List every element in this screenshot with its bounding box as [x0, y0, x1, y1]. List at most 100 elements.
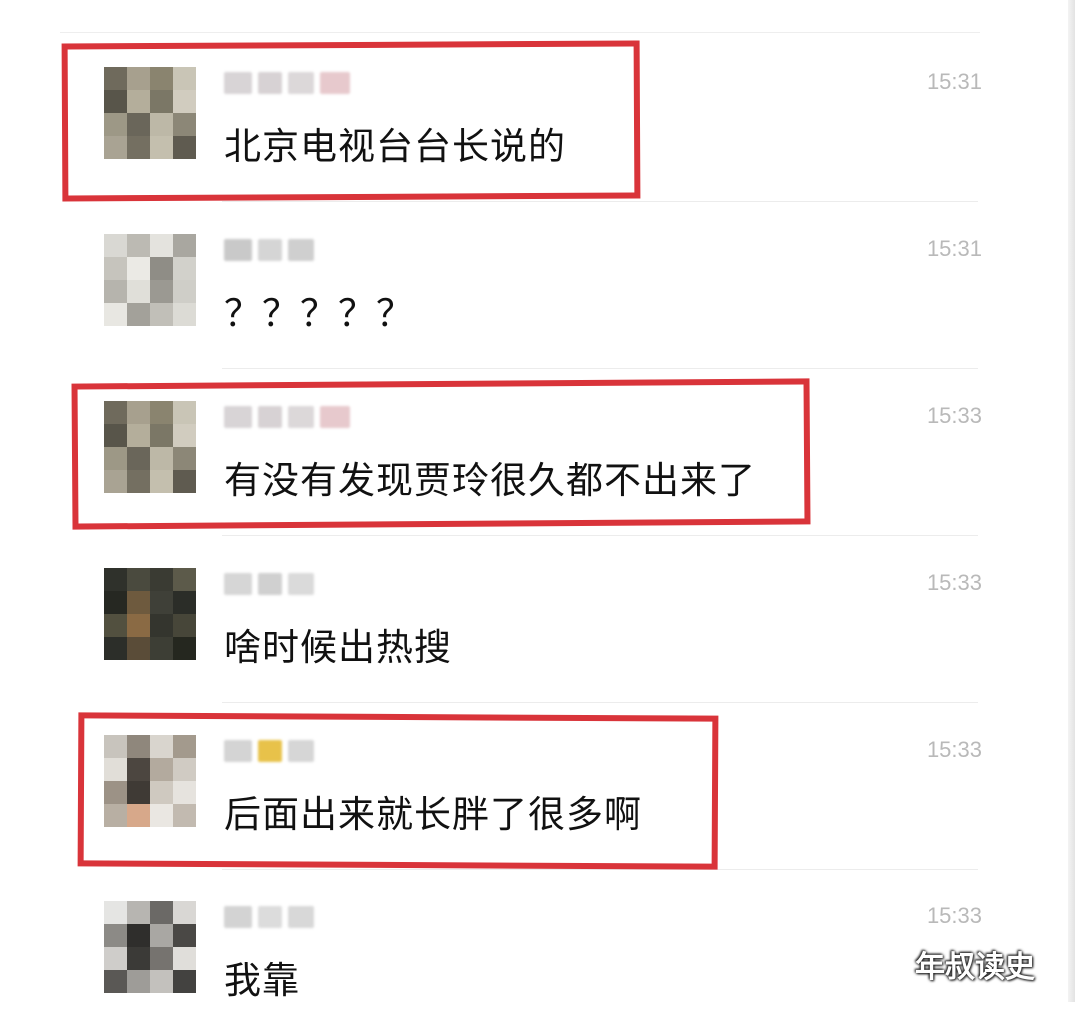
top-divider: [60, 32, 980, 33]
avatar-pixel: [104, 234, 127, 257]
avatar-pixel: [173, 924, 196, 947]
username-blur-block: [224, 740, 252, 762]
message-text: ？？？？？: [224, 292, 414, 335]
username-blurred: [224, 401, 350, 433]
avatar-pixel: [127, 424, 150, 447]
username-blur-block: [288, 573, 314, 595]
avatar-pixel: [104, 447, 127, 470]
avatar-pixel: [173, 591, 196, 614]
avatar-pixel: [104, 280, 127, 303]
username-blur-block: [224, 406, 252, 428]
avatar-pixel: [150, 113, 173, 136]
avatar-pixel: [173, 735, 196, 758]
avatar-pixel: [173, 947, 196, 970]
avatar-pixel: [173, 257, 196, 280]
avatar-pixel: [173, 470, 196, 493]
avatar-pixel: [173, 758, 196, 781]
avatar-pixel: [127, 804, 150, 827]
avatar-pixel: [150, 901, 173, 924]
avatar-pixel: [127, 303, 150, 326]
username-blur-block: [224, 906, 252, 928]
avatar-pixel: [150, 614, 173, 637]
avatar-pixel: [173, 447, 196, 470]
message-time: 15:33: [926, 737, 982, 762]
message-row[interactable]: 后面出来就长胖了很多啊 15:33: [0, 702, 1040, 870]
avatar-pixel: [127, 970, 150, 993]
avatar-pixel: [150, 637, 173, 660]
avatar-pixel: [150, 947, 173, 970]
avatar-pixel: [104, 401, 127, 424]
avatar-pixel: [104, 735, 127, 758]
avatar-pixel: [104, 257, 127, 280]
avatar-pixel: [104, 136, 127, 159]
avatar-pixel: [150, 758, 173, 781]
message-row[interactable]: 我靠 15:33: [0, 868, 1040, 1036]
avatar-pixel: [173, 614, 196, 637]
avatar-pixel: [173, 113, 196, 136]
watermark-text: 年叔读史: [915, 950, 1035, 985]
username-blur-block: [258, 239, 282, 261]
username-blur-block: [258, 740, 282, 762]
avatar-pixel: [127, 67, 150, 90]
avatar-pixel: [173, 67, 196, 90]
avatar-pixel: [150, 67, 173, 90]
avatar[interactable]: [104, 901, 196, 993]
username-blur-block: [288, 239, 314, 261]
avatar[interactable]: [104, 568, 196, 660]
message-text: 北京电视台台长说的: [224, 125, 566, 168]
message-text: 有没有发现贾玲很久都不出来了: [224, 459, 756, 502]
avatar-pixel: [104, 970, 127, 993]
avatar-pixel: [173, 90, 196, 113]
avatar-pixel: [150, 136, 173, 159]
scrollbar-track[interactable]: [1068, 0, 1075, 1002]
avatar-pixel: [150, 591, 173, 614]
avatar-pixel: [150, 781, 173, 804]
avatar-pixel: [104, 303, 127, 326]
username-blur-block: [288, 740, 314, 762]
avatar-pixel: [150, 424, 173, 447]
message-time: 15:33: [926, 403, 982, 428]
message-row[interactable]: 北京电视台台长说的 15:31: [0, 34, 1040, 202]
avatar-pixel: [127, 614, 150, 637]
message-row[interactable]: 啥时候出热搜 15:33: [0, 535, 1040, 703]
username-blur-block: [288, 406, 314, 428]
avatar-pixel: [127, 136, 150, 159]
avatar-pixel: [150, 447, 173, 470]
message-time: 15:31: [926, 69, 982, 94]
avatar-pixel: [127, 901, 150, 924]
avatar-pixel: [104, 568, 127, 591]
message-time: 15:31: [926, 236, 982, 261]
username-blur-block: [288, 72, 314, 94]
message-time: 15:33: [926, 903, 982, 928]
avatar-pixel: [104, 591, 127, 614]
avatar[interactable]: [104, 234, 196, 326]
avatar-pixel: [150, 568, 173, 591]
avatar-pixel: [150, 735, 173, 758]
avatar-pixel: [173, 424, 196, 447]
username-blur-block: [258, 72, 282, 94]
message-row[interactable]: 有没有发现贾玲很久都不出来了 15:33: [0, 368, 1040, 536]
avatar-pixel: [104, 90, 127, 113]
username-blurred: [224, 568, 314, 600]
message-time: 15:33: [926, 570, 982, 595]
avatar[interactable]: [104, 67, 196, 159]
avatar-pixel: [127, 90, 150, 113]
avatar-pixel: [127, 234, 150, 257]
avatar-pixel: [150, 470, 173, 493]
avatar[interactable]: [104, 401, 196, 493]
avatar-pixel: [104, 67, 127, 90]
username-blur-block: [288, 906, 314, 928]
avatar-pixel: [150, 970, 173, 993]
avatar-pixel: [104, 758, 127, 781]
avatar-pixel: [104, 804, 127, 827]
username-blur-block: [258, 906, 282, 928]
username-blurred: [224, 67, 350, 99]
username-blur-block: [224, 239, 252, 261]
avatar-pixel: [173, 568, 196, 591]
avatar-pixel: [173, 401, 196, 424]
avatar-pixel: [104, 424, 127, 447]
message-row[interactable]: ？？？？？ 15:31: [0, 201, 1040, 369]
avatar[interactable]: [104, 735, 196, 827]
avatar-pixel: [150, 90, 173, 113]
avatar-pixel: [150, 234, 173, 257]
